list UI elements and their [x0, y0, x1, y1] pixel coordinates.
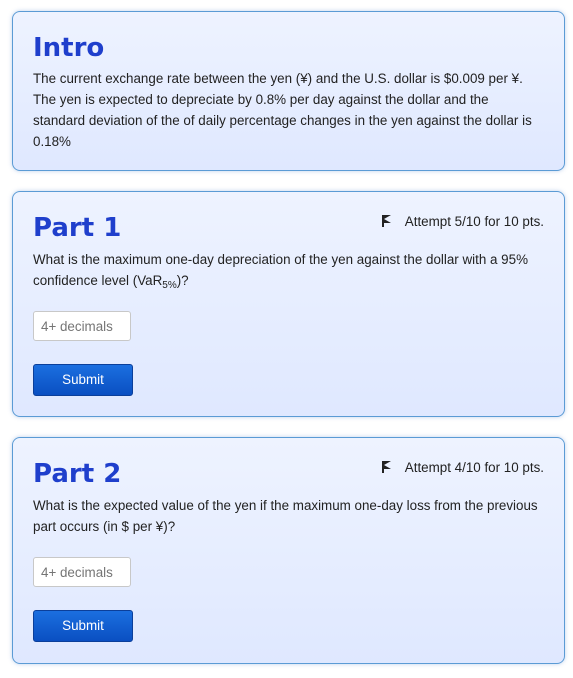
part1-attempt: Attempt 5/10 for 10 pts.: [381, 214, 544, 229]
part2-panel: Part 2 Attempt 4/10 for 10 pts. What is …: [12, 437, 565, 664]
part2-question: What is the expected value of the yen if…: [33, 498, 538, 534]
part1-attempt-text: Attempt 5/10 for 10 pts.: [404, 214, 544, 229]
intro-title: Intro: [33, 33, 105, 63]
part1-panel: Part 1 Attempt 5/10 for 10 pts. What is …: [12, 191, 565, 417]
flag-icon: [381, 461, 393, 473]
part2-title: Part 2: [33, 459, 122, 489]
part2-submit-button[interactable]: Submit: [33, 610, 133, 642]
part2-attempt-text: Attempt 4/10 for 10 pts.: [404, 460, 544, 475]
intro-text: The current exchange rate between the ye…: [33, 71, 532, 149]
part1-question-subscript: 5%: [162, 280, 177, 291]
part2-attempt: Attempt 4/10 for 10 pts.: [381, 460, 544, 475]
part1-question-text: What is the maximum one-day depreciation…: [33, 252, 528, 288]
part1-submit-button[interactable]: Submit: [33, 364, 133, 396]
part1-question-end: )?: [176, 273, 189, 288]
part1-title: Part 1: [33, 213, 122, 243]
part1-question: What is the maximum one-day depreciation…: [33, 249, 544, 296]
flag-icon: [381, 215, 393, 227]
part1-answer-input[interactable]: [33, 311, 131, 341]
part2-answer-input[interactable]: [33, 557, 131, 587]
intro-panel: Intro The current exchange rate between …: [12, 11, 565, 171]
